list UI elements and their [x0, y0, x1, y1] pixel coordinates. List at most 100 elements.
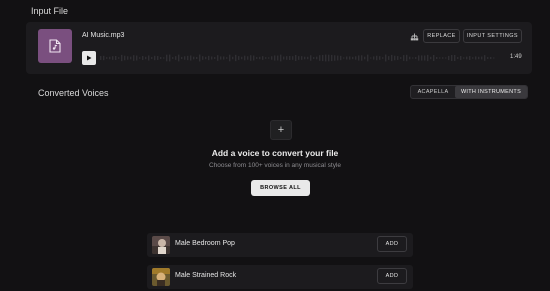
waveform-bar [268, 57, 270, 59]
waveform-bar [349, 56, 351, 60]
waveform-bar [397, 56, 399, 60]
waveform-bar [175, 56, 177, 60]
waveform-bar [310, 55, 312, 61]
waveform-bar [121, 54, 123, 62]
input-settings-button[interactable]: INPUT SETTINGS [463, 29, 522, 43]
audio-file-icon [38, 29, 72, 63]
waveform-bar [169, 54, 171, 62]
waveform-bar [427, 54, 429, 62]
waveform-bar [181, 56, 183, 60]
waveform-bar [250, 55, 252, 61]
waveform-bar [328, 54, 330, 62]
waveform-bar [223, 56, 225, 60]
waveform-bar [217, 55, 219, 61]
waveform-bar [244, 55, 246, 61]
waveform-bar [151, 57, 153, 59]
toggle-acapella[interactable]: ACAPELLA [411, 86, 455, 98]
waveform-bar [241, 56, 243, 60]
waveform-bar [211, 56, 213, 60]
waveform-bar [376, 55, 378, 61]
waveform-bar [385, 54, 387, 62]
waveform-bar [463, 57, 465, 59]
waveform-bar [430, 56, 432, 60]
waveform-bar [367, 54, 369, 62]
waveform-bar [172, 57, 174, 59]
waveform-bar [316, 56, 318, 60]
waveform-bar [475, 56, 477, 60]
waveform-bar [247, 56, 249, 60]
stems-button[interactable] [408, 32, 420, 42]
waveform-bar [193, 56, 195, 60]
waveform-bar [469, 56, 471, 60]
waveform-bar [262, 56, 264, 60]
waveform-bar [142, 56, 144, 60]
waveform-bar [136, 55, 138, 61]
waveform-bar [115, 55, 117, 61]
waveform-bar [145, 56, 147, 60]
waveform-bar [439, 57, 441, 59]
waveform-bar [346, 56, 348, 60]
waveform-bar [154, 55, 156, 61]
waveform-bar [442, 57, 444, 59]
waveform-bar [313, 57, 315, 59]
waveform-bar [487, 57, 489, 59]
waveform-bar [334, 55, 336, 61]
waveform-bar [322, 54, 324, 62]
waveform-bar [319, 55, 321, 61]
waveform-bar [460, 56, 462, 60]
waveform-bar [163, 57, 165, 59]
file-duration: 1:49 [510, 54, 522, 60]
waveform-bar [379, 56, 381, 60]
waveform-bar [139, 57, 141, 59]
browse-all-button[interactable]: BROWSE ALL [251, 180, 310, 196]
waveform-bar [256, 57, 258, 59]
waveform-bar [295, 54, 297, 62]
waveform-bar [166, 54, 168, 62]
waveform-bar [160, 56, 162, 60]
waveform-bar [388, 56, 390, 60]
voice-name: Male Strained Rock [175, 272, 237, 279]
waveform-bar [433, 55, 435, 61]
waveform-bar [415, 57, 417, 59]
waveform-bar [205, 56, 207, 60]
waveform-bar [355, 56, 357, 60]
waveform-bar [274, 55, 276, 61]
waveform-bar [112, 56, 114, 60]
waveform-bar [373, 56, 375, 60]
stems-icon [410, 33, 418, 41]
waveform[interactable] [100, 48, 498, 68]
replace-button[interactable]: REPLACE [423, 29, 460, 43]
plus-icon: + [277, 124, 285, 136]
waveform-bar [238, 56, 240, 60]
add-voice-button[interactable]: ADD [377, 268, 407, 284]
waveform-bar [118, 57, 120, 59]
waveform-bar [301, 56, 303, 60]
waveform-bar [124, 55, 126, 61]
waveform-bar [331, 54, 333, 62]
add-voice-button[interactable]: + [270, 120, 292, 140]
waveform-bar [292, 56, 294, 60]
waveform-bar [409, 56, 411, 60]
waveform-bar [370, 57, 372, 59]
converted-voices-heading: Converted Voices [38, 88, 109, 98]
waveform-bar [343, 57, 345, 59]
waveform-bar [358, 55, 360, 61]
waveform-bar [280, 54, 282, 62]
add-voice-button[interactable]: ADD [377, 236, 407, 252]
waveform-bar [352, 56, 354, 60]
waveform-bar [208, 55, 210, 61]
play-button[interactable] [82, 51, 96, 65]
waveform-bar [361, 55, 363, 61]
waveform-bar [337, 55, 339, 61]
waveform-bar [187, 55, 189, 61]
waveform-bar [190, 55, 192, 61]
waveform-bar [265, 57, 267, 59]
waveform-bar [283, 56, 285, 60]
waveform-bar [382, 57, 384, 59]
toggle-with-instruments[interactable]: WITH INSTRUMENTS [455, 86, 527, 98]
waveform-bar [184, 56, 186, 60]
waveform-bar [484, 55, 486, 61]
waveform-bar [445, 57, 447, 59]
waveform-bar [466, 56, 468, 60]
waveform-bar [106, 57, 108, 59]
